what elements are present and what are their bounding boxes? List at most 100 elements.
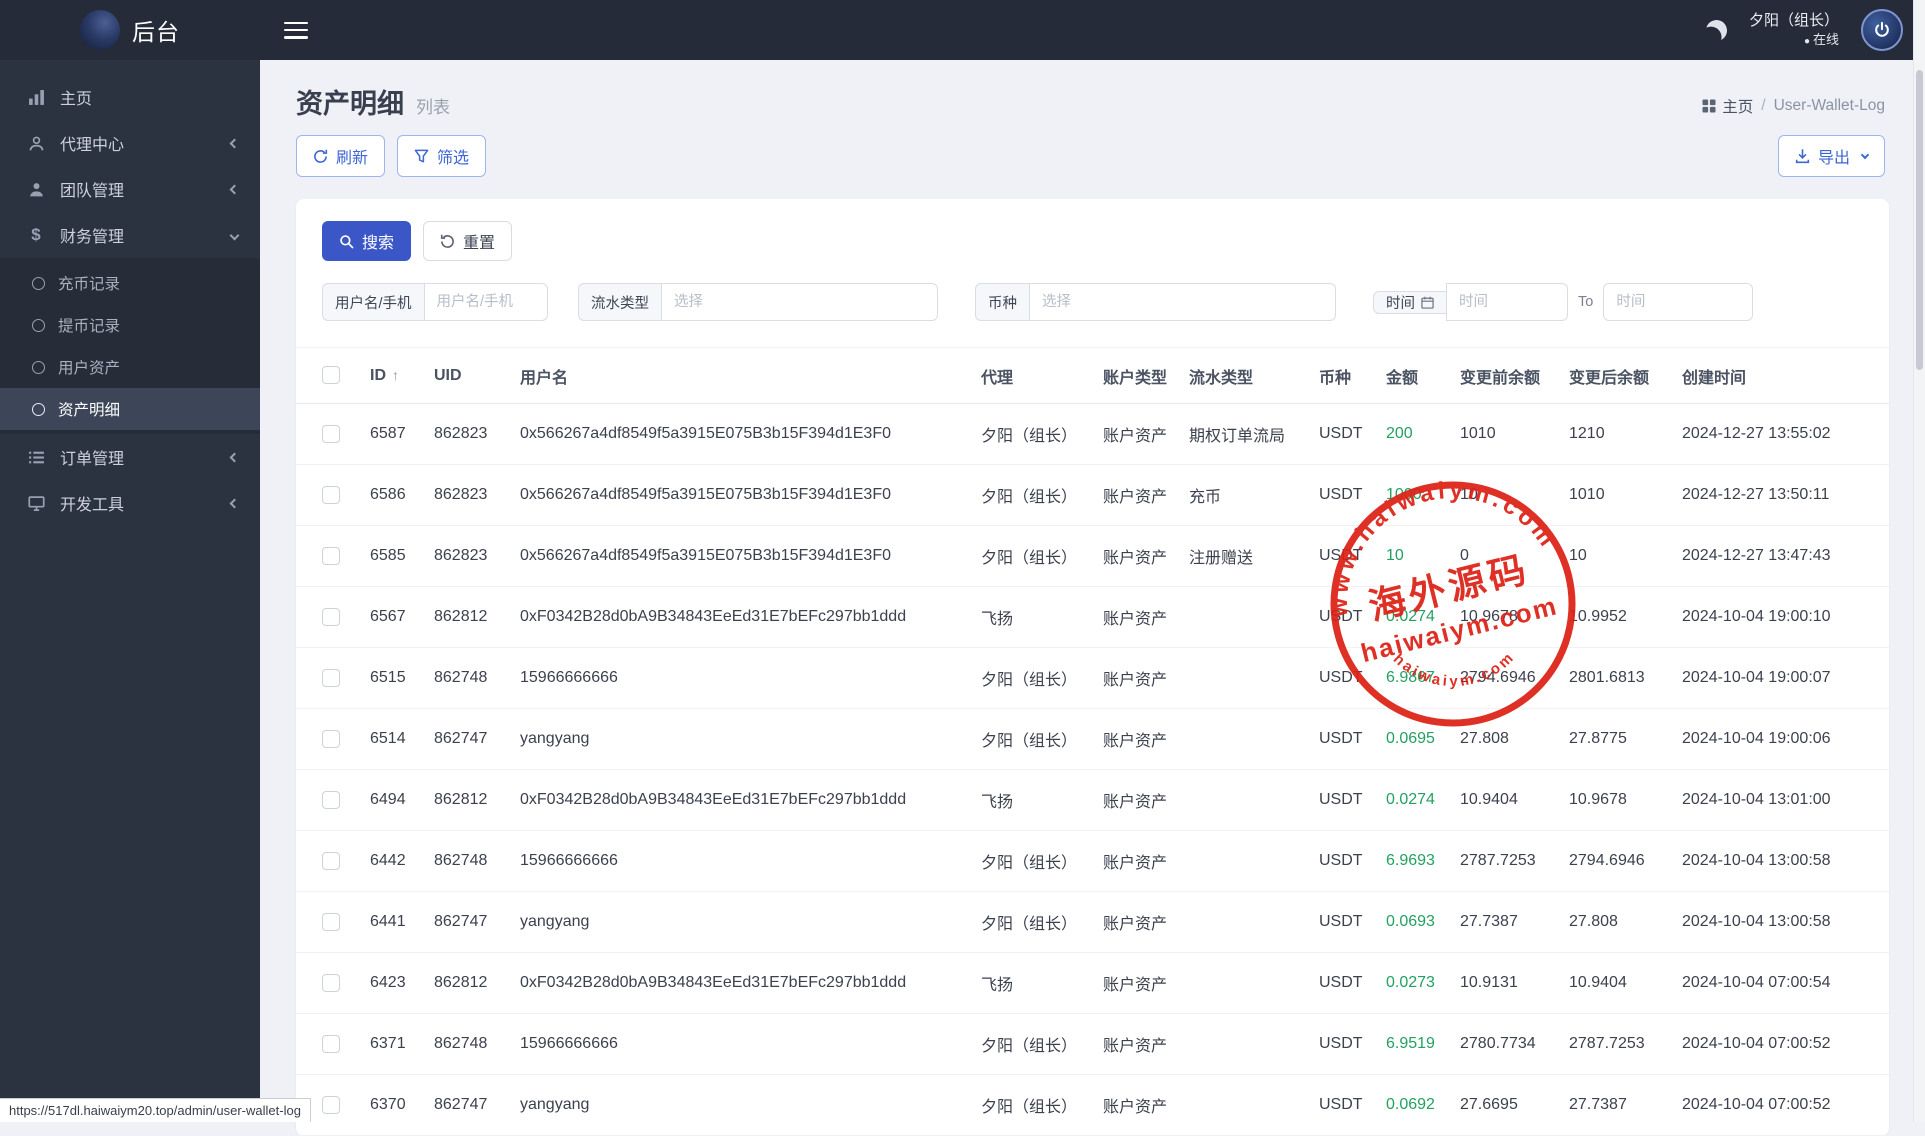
cell-agent: 夕阳（组长） (981, 465, 1103, 526)
row-checkbox[interactable] (322, 1096, 340, 1114)
sidebar-item-deposit-records[interactable]: 充币记录 (0, 262, 260, 304)
bar-chart-icon (26, 87, 46, 107)
cell-created-at: 2024-10-04 19:00:10 (1682, 587, 1889, 648)
menu-toggle-icon[interactable] (284, 22, 308, 39)
sidebar-item-asset-details[interactable]: 资产明细 (0, 388, 260, 430)
flow-type-select[interactable] (661, 283, 938, 321)
row-checkbox[interactable] (322, 669, 340, 687)
column-header-created-at: 创建时间 (1682, 348, 1889, 404)
cell-currency: USDT (1319, 1014, 1386, 1075)
dark-mode-icon[interactable] (1704, 17, 1730, 43)
cell-balance-after: 2801.6813 (1569, 648, 1682, 709)
currency-filter-label: 币种 (975, 283, 1029, 321)
table-row[interactable]: 6567 862812 0xF0342B28d0bA9B34843EeEd31E… (296, 587, 1889, 648)
select-all-checkbox[interactable] (322, 366, 340, 384)
cell-uid: 862747 (434, 1075, 520, 1136)
table-row[interactable]: 6514 862747 yangyang 夕阳（组长） 账户资产 USDT 0.… (296, 709, 1889, 770)
cell-agent: 夕阳（组长） (981, 1014, 1103, 1075)
export-button[interactable]: 导出 (1778, 135, 1885, 177)
cell-flow-type (1189, 587, 1319, 648)
sidebar-item-dev-tools[interactable]: 开发工具 (0, 480, 260, 526)
cell-balance-before: 27.7387 (1460, 892, 1569, 953)
logout-power-button[interactable] (1861, 9, 1903, 51)
cell-id: 6567 (370, 587, 434, 648)
cell-account-type: 账户资产 (1103, 709, 1189, 770)
dollar-icon: $ (26, 225, 46, 245)
row-checkbox[interactable] (322, 730, 340, 748)
time-from-input[interactable] (1446, 283, 1568, 321)
cell-flow-type: 充币 (1189, 465, 1319, 526)
table-row[interactable]: 6423 862812 0xF0342B28d0bA9B34843EeEd31E… (296, 953, 1889, 1014)
reset-button[interactable]: 重置 (423, 221, 512, 261)
scrollbar-thumb[interactable] (1916, 70, 1923, 370)
cell-currency: USDT (1319, 770, 1386, 831)
user-info[interactable]: 夕阳（组长） ●在线 (1749, 11, 1839, 49)
row-checkbox[interactable] (322, 974, 340, 992)
table-row[interactable]: 6586 862823 0x566267a4df8549f5a3915E075B… (296, 465, 1889, 526)
cell-flow-type (1189, 892, 1319, 953)
list-icon (26, 447, 46, 467)
cell-uid: 862748 (434, 648, 520, 709)
sidebar-item-home[interactable]: 主页 (0, 74, 260, 120)
wallet-log-table: ID↑ UID 用户名 代理 账户类型 流水类型 币种 金额 变更前余额 变更后… (296, 347, 1889, 1136)
breadcrumb-home-link[interactable]: 主页 (1702, 95, 1753, 117)
table-row[interactable]: 6587 862823 0x566267a4df8549f5a3915E075B… (296, 404, 1889, 465)
table-header-row: ID↑ UID 用户名 代理 账户类型 流水类型 币种 金额 变更前余额 变更后… (296, 348, 1889, 404)
cell-balance-after: 27.808 (1569, 892, 1682, 953)
cell-id: 6586 (370, 465, 434, 526)
table-row[interactable]: 6585 862823 0x566267a4df8549f5a3915E075B… (296, 526, 1889, 587)
brand[interactable]: 后台 (0, 0, 260, 60)
sidebar-item-team-management[interactable]: 团队管理 (0, 166, 260, 212)
cell-created-at: 2024-10-04 19:00:07 (1682, 648, 1889, 709)
chevron-down-icon (230, 230, 240, 240)
row-checkbox[interactable] (322, 1035, 340, 1053)
flow-type-filter-label: 流水类型 (578, 283, 661, 321)
row-checkbox[interactable] (322, 791, 340, 809)
page-title: 资产明细 (296, 82, 404, 121)
row-checkbox[interactable] (322, 913, 340, 931)
cell-balance-after: 1210 (1569, 404, 1682, 465)
cell-amount: 10 (1386, 526, 1460, 587)
table-row[interactable]: 6515 862748 15966666666 夕阳（组长） 账户资产 USDT… (296, 648, 1889, 709)
cell-agent: 夕阳（组长） (981, 831, 1103, 892)
sidebar-item-label: 订单管理 (60, 445, 231, 469)
refresh-button[interactable]: 刷新 (296, 135, 385, 177)
radio-circle-icon (32, 277, 45, 290)
username-input[interactable] (424, 283, 548, 321)
sidebar-item-user-assets[interactable]: 用户资产 (0, 346, 260, 388)
row-checkbox[interactable] (322, 608, 340, 626)
row-checkbox[interactable] (322, 425, 340, 443)
cell-username: 0xF0342B28d0bA9B34843EeEd31E7bEFc297bb1d… (520, 770, 981, 831)
table-row[interactable]: 6370 862747 yangyang 夕阳（组长） 账户资产 USDT 0.… (296, 1075, 1889, 1136)
row-checkbox[interactable] (322, 486, 340, 504)
table-row[interactable]: 6494 862812 0xF0342B28d0bA9B34843EeEd31E… (296, 770, 1889, 831)
search-button[interactable]: 搜索 (322, 221, 411, 261)
cell-username: yangyang (520, 709, 981, 770)
scrollbar[interactable] (1913, 0, 1925, 1122)
online-label: 在线 (1813, 32, 1839, 47)
row-checkbox[interactable] (322, 547, 340, 565)
cell-balance-before: 10 (1460, 465, 1569, 526)
sidebar-item-agent-center[interactable]: 代理中心 (0, 120, 260, 166)
sidebar-item-finance-management[interactable]: $ 财务管理 (0, 212, 260, 258)
filter-button[interactable]: 筛选 (397, 135, 486, 177)
sidebar-item-order-management[interactable]: 订单管理 (0, 434, 260, 480)
cell-username: 15966666666 (520, 1014, 981, 1075)
cell-account-type: 账户资产 (1103, 648, 1189, 709)
cell-balance-before: 10.9678 (1460, 587, 1569, 648)
cell-uid: 862748 (434, 1014, 520, 1075)
table-row[interactable]: 6442 862748 15966666666 夕阳（组长） 账户资产 USDT… (296, 831, 1889, 892)
search-icon (339, 234, 354, 249)
sort-asc-icon[interactable]: ↑ (392, 367, 399, 383)
row-checkbox[interactable] (322, 852, 340, 870)
cell-account-type: 账户资产 (1103, 1075, 1189, 1136)
table-row[interactable]: 6441 862747 yangyang 夕阳（组长） 账户资产 USDT 0.… (296, 892, 1889, 953)
table-row[interactable]: 6371 862748 15966666666 夕阳（组长） 账户资产 USDT… (296, 1014, 1889, 1075)
refresh-label: 刷新 (336, 144, 368, 168)
sidebar-item-withdraw-records[interactable]: 提币记录 (0, 304, 260, 346)
currency-select[interactable] (1029, 283, 1336, 321)
sidebar-item-label: 主页 (60, 85, 238, 109)
download-icon (1795, 149, 1810, 164)
column-header-id[interactable]: ID↑ (370, 348, 434, 404)
time-to-input[interactable] (1603, 283, 1753, 321)
